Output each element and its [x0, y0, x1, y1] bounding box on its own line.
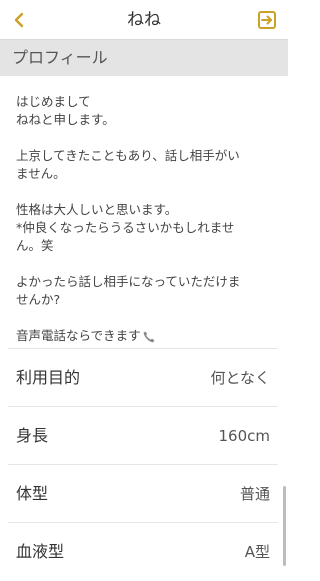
detail-label: 血液型 — [16, 542, 65, 561]
bio-text: はじめまして ねねと申します。 上京してきたこともあり、話し相手がい ません。 … — [16, 93, 274, 345]
exit-button[interactable] — [252, 5, 282, 35]
exit-icon — [258, 11, 276, 29]
bio-paragraph-last: 音声電話ならできます — [16, 327, 274, 345]
scrollbar[interactable] — [283, 486, 286, 566]
profile-details: 利用目的 何となく 身長 160cm 体型 普通 血液型 A型 — [0, 348, 288, 580]
phone-icon — [143, 331, 155, 342]
bio-paragraph-text: 音声電話ならできます — [16, 328, 141, 343]
detail-value: A型 — [244, 543, 270, 561]
detail-label: 利用目的 — [16, 368, 81, 387]
bio-paragraph: よかったら話し相手になっていただけま せんか? — [16, 274, 241, 307]
profile-section-header: プロフィール — [0, 40, 288, 76]
detail-value: 普通 — [239, 485, 270, 503]
detail-value: 何となく — [210, 369, 270, 387]
top-bar: ねね — [0, 0, 288, 40]
detail-row-blood-type: 血液型 A型 — [8, 522, 278, 580]
back-button[interactable] — [4, 4, 36, 36]
bio-paragraph: はじめまして ねねと申します。 — [16, 94, 115, 127]
detail-row-purpose: 利用目的 何となく — [8, 348, 278, 406]
detail-label: 体型 — [16, 484, 49, 503]
page-title: ねね — [127, 10, 161, 30]
bio-paragraph: 上京してきたこともあり、話し相手がい ません。 — [16, 148, 240, 181]
detail-value: 160cm — [218, 427, 271, 445]
chevron-left-icon — [14, 12, 24, 28]
detail-row-height: 身長 160cm — [8, 406, 278, 464]
bio-paragraph: 性格は大人しいと思います。 *仲良くなったらうるさいかもしれませ ん。笑 — [16, 202, 235, 253]
detail-label: 身長 — [16, 426, 49, 445]
detail-row-body-type: 体型 普通 — [8, 464, 278, 522]
